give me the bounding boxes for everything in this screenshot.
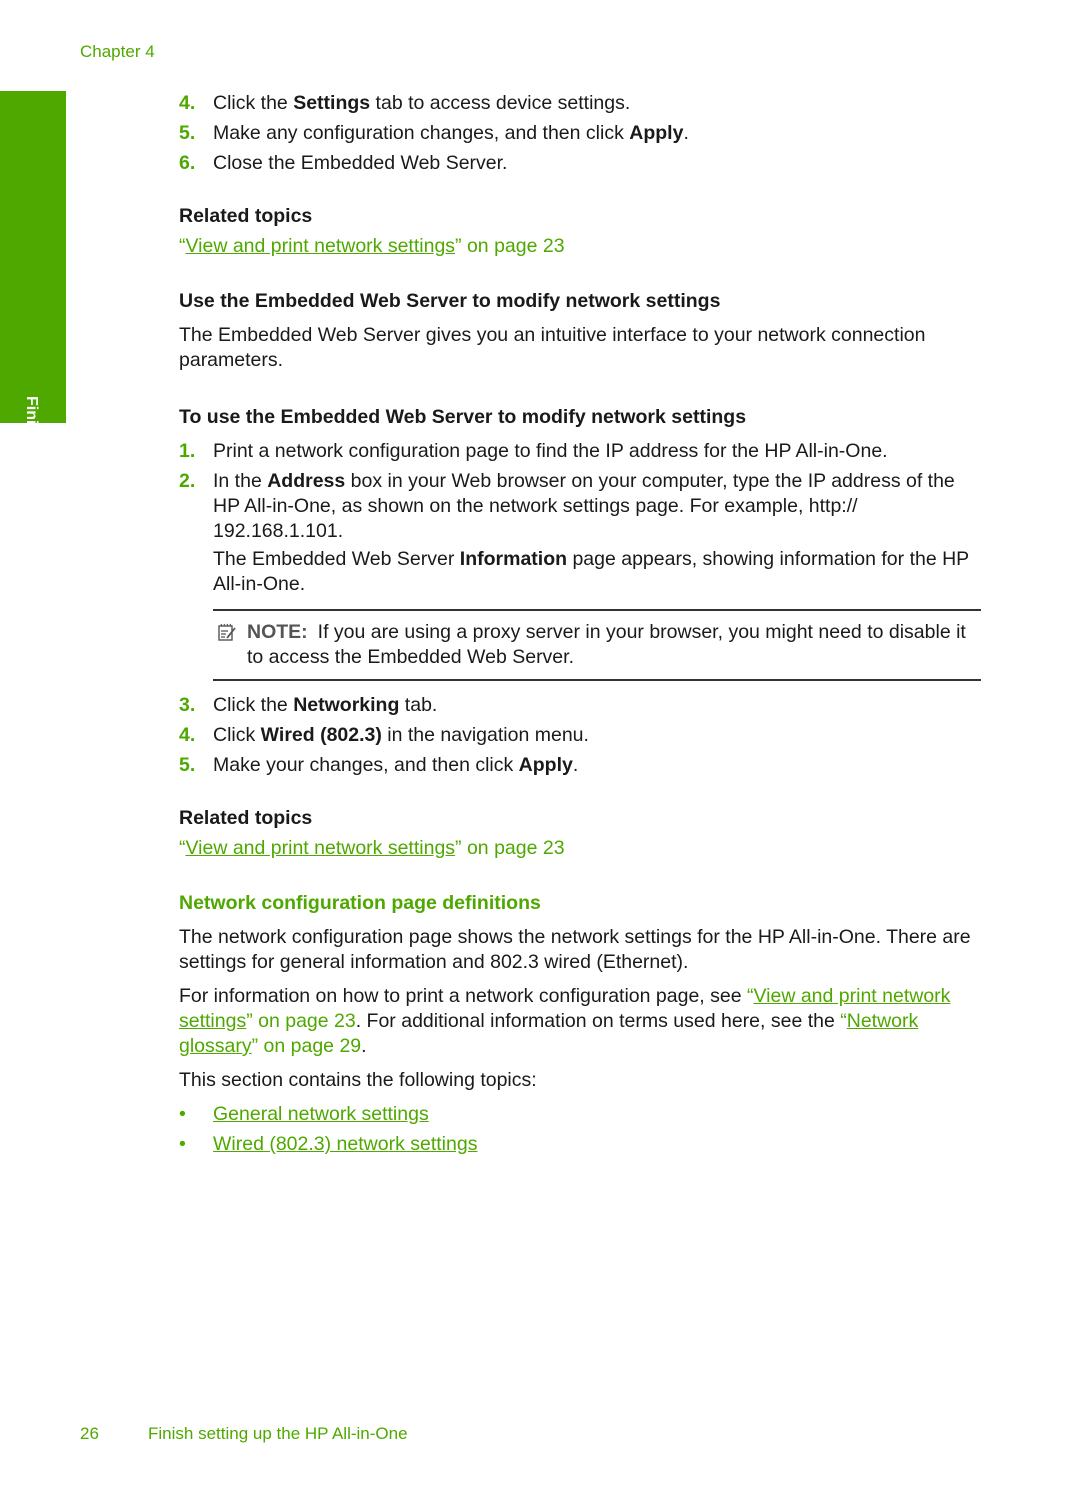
chapter-label: Chapter 4 [80, 42, 155, 61]
step-number: 2. [179, 470, 196, 492]
note-text: If you are using a proxy server in your … [247, 621, 966, 668]
step-number: 5. [179, 754, 196, 776]
list-item: 5. Make any configuration changes, and t… [179, 121, 981, 146]
note-icon [218, 623, 236, 641]
page-number: 26 [80, 1424, 99, 1443]
step-text: tab. [399, 694, 438, 716]
related-topics-heading: Related topics [179, 807, 313, 829]
ews-intro: The Embedded Web Server gives you an int… [179, 324, 926, 371]
view-print-settings-link[interactable]: View and print network settings [186, 235, 456, 257]
step-number: 6. [179, 152, 196, 174]
step-text: . [683, 122, 689, 144]
note-label: NOTE: [247, 621, 308, 643]
page-ref: ” on page 23 [455, 837, 565, 859]
related-topic-xref: “View and print network settings” on pag… [179, 836, 981, 861]
bullet-icon: • [179, 1133, 186, 1155]
list-item: 3. Click the Networking tab. [179, 693, 981, 718]
list-item: 1. Print a network configuration page to… [179, 439, 981, 464]
steps-top: 4. Click the Settings tab to access devi… [179, 91, 981, 176]
bullet-icon: • [179, 1103, 186, 1125]
list-item: 6. Close the Embedded Web Server. [179, 151, 981, 176]
page-ref: ” on page 29 [251, 1035, 362, 1057]
definitions-xref-para: For information on how to print a networ… [179, 984, 981, 1059]
list-item: • General network settings [179, 1102, 981, 1127]
step-number: 4. [179, 724, 196, 746]
step-bold: Information [459, 548, 568, 570]
step-bold: Settings [293, 92, 371, 114]
list-item: 5. Make your changes, and then click App… [179, 753, 981, 778]
para-text: For information on how to print a networ… [179, 985, 747, 1007]
related-topic-xref: “View and print network settings” on pag… [179, 234, 981, 259]
step-bold: Networking [293, 694, 400, 716]
topics-intro: This section contains the following topi… [179, 1069, 537, 1091]
ews-section-heading: Use the Embedded Web Server to modify ne… [179, 290, 721, 312]
page-ref: ” on page 23 [455, 235, 565, 257]
list-item: • Wired (802.3) network settings [179, 1132, 981, 1157]
list-item: 2. In the Address box in your Web browse… [179, 469, 981, 597]
related-topics-heading: Related topics [179, 205, 313, 227]
side-tab: Finish setup [0, 91, 66, 490]
page-ref: ” on page 23 [246, 1010, 356, 1032]
step-text: Close the Embedded Web Server. [213, 152, 508, 174]
step-text: Click the [213, 92, 294, 114]
step-number: 1. [179, 440, 196, 462]
step-text: In the [213, 470, 268, 492]
step-text: Make any configuration changes, and then… [213, 122, 630, 144]
step-number: 4. [179, 92, 196, 114]
step-bold: Wired (802.3) [260, 724, 382, 746]
side-tab-label: Finish setup [23, 396, 40, 491]
para-text: . [361, 1035, 367, 1057]
step-text: Click the [213, 694, 294, 716]
procedure-heading: To use the Embedded Web Server to modify… [179, 406, 747, 428]
general-network-settings-link[interactable]: General network settings [213, 1103, 429, 1125]
definitions-para: The network configuration page shows the… [179, 926, 971, 973]
note-box: NOTE: If you are using a proxy server in … [213, 609, 981, 681]
footer-title: Finish setting up the HP All-in-One [148, 1424, 408, 1443]
step-text: in the navigation menu. [381, 724, 589, 746]
step-text: The Embedded Web Server [213, 548, 460, 570]
para-text: . For additional information on terms us… [355, 1010, 841, 1032]
step-text: Click [213, 724, 261, 746]
step-text: tab to access device settings. [370, 92, 631, 114]
wired-network-settings-link[interactable]: Wired (802.3) network settings [213, 1133, 477, 1155]
page-content: 4. Click the Settings tab to access devi… [179, 91, 981, 1162]
step-number: 5. [179, 122, 196, 144]
view-print-settings-link[interactable]: View and print network settings [186, 837, 456, 859]
step-bold: Apply [629, 122, 684, 144]
step-text: Make your changes, and then click [213, 754, 519, 776]
list-item: 4. Click Wired (802.3) in the navigation… [179, 723, 981, 748]
section-heading: Network configuration page definitions [179, 892, 541, 914]
list-item: 4. Click the Settings tab to access devi… [179, 91, 981, 116]
step-result: The Embedded Web Server Information page… [213, 547, 981, 597]
step-number: 3. [179, 694, 196, 716]
step-bold: Apply [518, 754, 573, 776]
step-text: Print a network configuration page to fi… [213, 440, 888, 462]
step-text: . [572, 754, 579, 776]
step-bold: Address [267, 470, 346, 492]
